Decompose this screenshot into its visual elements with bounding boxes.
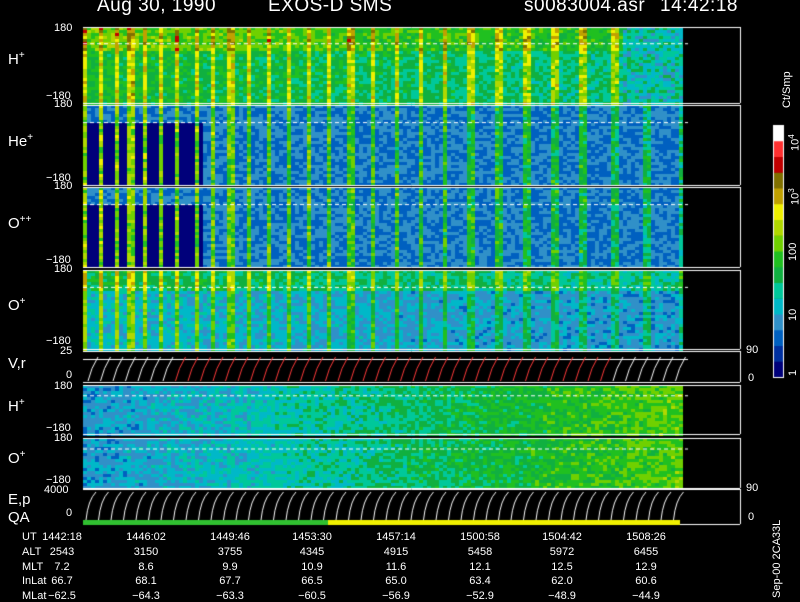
colorbar-tick: 1 (787, 369, 799, 376)
table-cell: 1453:30 (292, 531, 332, 543)
panel-label-lower-h-plus: H+ (8, 397, 25, 415)
table-cell: 4915 (383, 546, 409, 558)
table-cell: 10.9 (301, 561, 323, 573)
panel-label-vr: V,r (8, 355, 26, 372)
table-cell: 1508:26 (626, 531, 666, 543)
colorbar-tick: 100 (787, 242, 799, 261)
table-cell: −63.3 (216, 590, 244, 602)
table-cell: 5458 (467, 546, 493, 558)
table-cell: 1457:14 (376, 531, 416, 543)
panel-ymax: 180 (54, 263, 73, 275)
table-cell: 66.7 (51, 575, 73, 587)
vr-ymax: 25 (60, 345, 73, 357)
table-cell: 12.5 (551, 561, 573, 573)
table-cell: −44.9 (632, 590, 660, 602)
spectrogram-canvas (0, 0, 800, 600)
instrument-name: EXOS-D SMS (268, 0, 393, 16)
panel-label-lower-o-plus: O+ (8, 449, 26, 467)
table-cell: 68.1 (135, 575, 157, 587)
table-cell: 4345 (299, 546, 325, 558)
colorbar-tick: 103 (787, 188, 800, 205)
panel-ymax: 180 (54, 22, 73, 34)
table-cell: 62.0 (551, 575, 573, 587)
colorbar-tick: 104 (787, 134, 800, 151)
table-cell: 1500:58 (460, 531, 500, 543)
panel-label-o-plus: O+ (8, 296, 26, 314)
colorbar-unit: Ct/Smp (781, 71, 793, 108)
table-cell: 1449:46 (210, 531, 250, 543)
panel-ymax: 180 (54, 98, 73, 110)
panel-ymax: 180 (54, 432, 73, 444)
table-cell: −64.3 (132, 590, 160, 602)
panel-label-qa: QA (8, 509, 30, 526)
table-cell: 2543 (49, 546, 75, 558)
table-cell: 1504:42 (542, 531, 582, 543)
plot-date: Aug 30, 1990 (97, 0, 217, 16)
plot-time: 14:42:18 (660, 0, 738, 16)
table-cell: −60.5 (298, 590, 326, 602)
panel-ymax: 180 (54, 180, 73, 192)
table-cell: 12.1 (469, 561, 491, 573)
table-cell: 5972 (549, 546, 575, 558)
table-cell: −62.5 (48, 590, 76, 602)
vr-right-top: 90 (746, 344, 759, 356)
table-cell: 67.7 (219, 575, 241, 587)
table-cell: 7.2 (54, 561, 70, 573)
panel-label-o-plus-plus: O++ (8, 214, 32, 232)
table-cell: 11.6 (385, 561, 407, 573)
table-cell: 1442:18 (42, 531, 82, 543)
table-cell: 8.6 (138, 561, 154, 573)
panel-ymax: 180 (54, 380, 73, 392)
table-cell: −56.9 (382, 590, 410, 602)
ep-ymax: 4000 (44, 484, 69, 496)
ep-right-top: 90 (746, 482, 759, 494)
table-cell: 60.6 (635, 575, 657, 587)
table-cell: 12.9 (635, 561, 657, 573)
ep-right-bottom: 0 (748, 511, 755, 523)
panel-label-h-plus: H+ (8, 50, 25, 68)
table-cell: 9.9 (222, 561, 238, 573)
vr-right-bottom: 0 (748, 372, 755, 384)
table-cell: 3755 (217, 546, 243, 558)
table-cell: 3150 (133, 546, 159, 558)
footer-note: Sep-00 2CA33L (771, 519, 783, 598)
panel-label-he-plus: He+ (8, 132, 34, 150)
data-file-name: s0083004.asr (524, 0, 646, 16)
ep-ymid: 0 (66, 507, 73, 519)
colorbar-tick: 10 (787, 308, 799, 321)
table-cell: 66.5 (301, 575, 323, 587)
table-cell: −48.9 (548, 590, 576, 602)
table-cell: 65.0 (385, 575, 407, 587)
table-cell: 6455 (633, 546, 659, 558)
table-cell: −52.9 (466, 590, 494, 602)
table-cell: 1446:02 (126, 531, 166, 543)
table-cell: 63.4 (469, 575, 491, 587)
panel-label-ep: E,p (8, 491, 31, 508)
